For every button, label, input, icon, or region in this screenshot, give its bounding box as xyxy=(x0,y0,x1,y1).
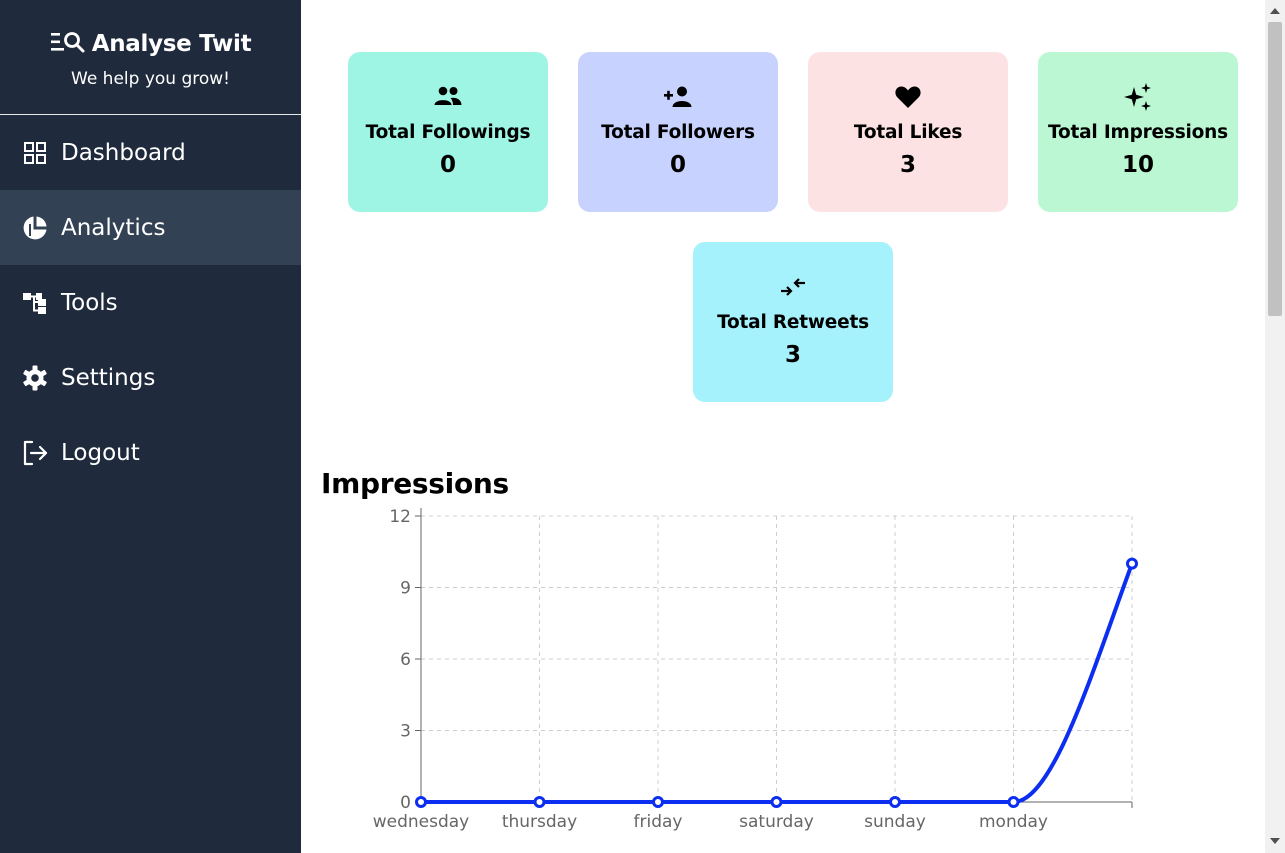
chart-grid xyxy=(421,515,1133,802)
chart-axes: 0 3 6 9 12 wednesday thursday friday saturday sun… xyxy=(373,507,1133,832)
sidebar-item-label: Settings xyxy=(61,364,156,391)
sidebar-item-logout[interactable]: Logout xyxy=(0,415,301,490)
scroll-down-arrow-icon[interactable] xyxy=(1270,838,1280,844)
sidebar-item-label: Tools xyxy=(61,289,118,316)
impressions-line-chart: 0 3 6 9 12 wednesday thursday friday saturday sun… xyxy=(373,507,1138,832)
brand-title: Analyse Twit xyxy=(91,31,252,57)
y-tick-label: 12 xyxy=(389,507,411,527)
sitemap-icon xyxy=(22,290,48,316)
sidebar-item-label: Logout xyxy=(61,439,140,466)
search-list-icon xyxy=(50,30,88,58)
data-point xyxy=(415,796,427,808)
x-tick-label: thursday xyxy=(502,812,577,832)
sidebar-item-tools[interactable]: Tools xyxy=(0,265,301,340)
sidebar-nav: Dashboard Analytics Tools Settings Logou… xyxy=(0,115,301,490)
y-tick-label: 0 xyxy=(400,793,411,813)
y-tick-label: 6 xyxy=(400,650,411,670)
x-tick-label: monday xyxy=(979,812,1048,832)
sidebar-item-analytics[interactable]: Analytics xyxy=(0,190,301,265)
sidebar-item-dashboard[interactable]: Dashboard xyxy=(0,115,301,190)
x-tick-label: wednesday xyxy=(373,812,470,832)
y-tick-label: 9 xyxy=(400,579,411,599)
sidebar-item-label: Analytics xyxy=(61,214,166,241)
data-point xyxy=(889,796,901,808)
main-content: Total Followings 0 Total Followers 0 Tot… xyxy=(301,0,1265,853)
data-point xyxy=(770,796,783,808)
brand: Analyse Twit We help you grow! xyxy=(0,0,301,115)
x-tick-label: friday xyxy=(634,812,683,832)
grid-icon xyxy=(22,140,48,166)
scroll-thumb[interactable] xyxy=(1268,22,1282,316)
x-tick-label: sunday xyxy=(864,812,926,832)
data-point xyxy=(652,796,664,808)
sidebar-item-settings[interactable]: Settings xyxy=(0,340,301,415)
scrollbar[interactable] xyxy=(1265,0,1285,853)
x-tick-label: saturday xyxy=(739,812,814,832)
logout-icon xyxy=(22,440,48,466)
scroll-up-arrow-icon[interactable] xyxy=(1270,8,1280,14)
data-point xyxy=(1007,796,1020,808)
pie-chart-icon xyxy=(22,215,48,241)
y-tick-label: 3 xyxy=(400,722,411,742)
sidebar: Analyse Twit We help you grow! Dashboard xyxy=(0,0,301,853)
data-point xyxy=(533,796,546,808)
sidebar-item-label: Dashboard xyxy=(61,139,186,166)
data-point xyxy=(1126,557,1138,570)
brand-tagline: We help you grow! xyxy=(71,69,230,89)
gear-icon xyxy=(22,365,48,391)
